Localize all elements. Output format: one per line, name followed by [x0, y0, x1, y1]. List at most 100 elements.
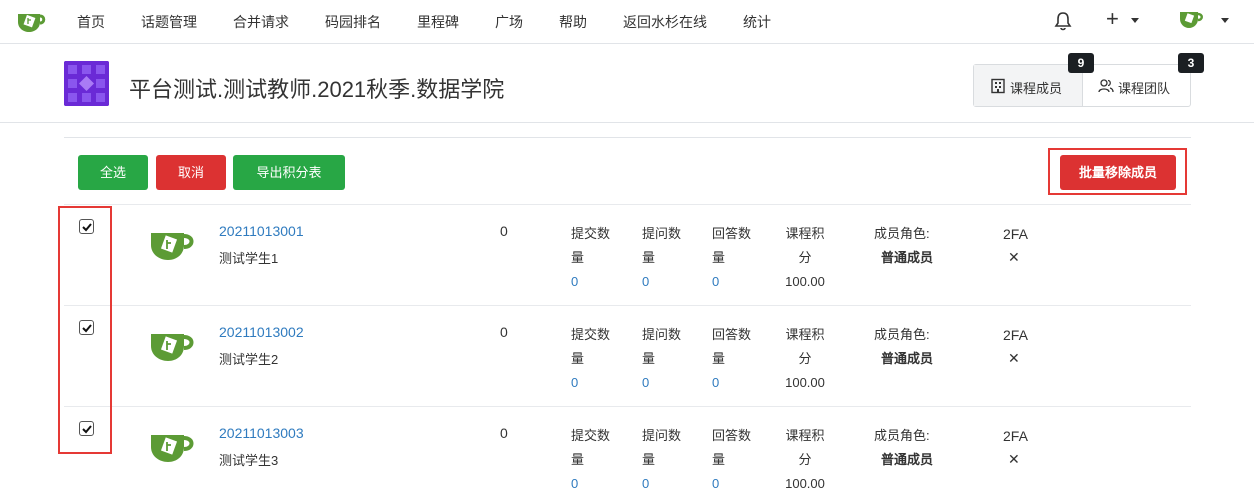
- stat-label: 提问数: [642, 428, 682, 443]
- role-value: 普通成员: [881, 250, 934, 265]
- stat-label: 分: [798, 351, 812, 366]
- stat-label: 课程积: [785, 428, 825, 443]
- divider: [0, 122, 1254, 123]
- answer-count-link[interactable]: 0: [712, 270, 762, 294]
- course-score-value: 100.00: [785, 274, 825, 289]
- tab-course-members[interactable]: 课程成员 9: [974, 53, 1094, 106]
- answer-count-stat: 回答数 量 0: [712, 323, 762, 395]
- top-nav: 首页 话题管理 合并请求 码园排名 里程碑 广场 帮助 返回水杉在线 统计 +: [0, 0, 1254, 44]
- create-plus-icon[interactable]: +: [1106, 8, 1119, 30]
- stat-label: 量: [712, 250, 726, 265]
- nav-home[interactable]: 首页: [77, 12, 105, 32]
- answer-count-stat: 回答数 量 0: [712, 222, 762, 294]
- submit-count-stat: 提交数 量 0: [571, 323, 621, 395]
- student-id-link[interactable]: 20211013001: [219, 223, 304, 239]
- member-row: 20211013001 测试学生1 0 提交数 量 0 提问数 量 0 回答数 …: [64, 204, 1191, 305]
- batch-remove-members-button[interactable]: 批量移除成员: [1060, 155, 1176, 190]
- stat-label: 提交数: [571, 226, 611, 241]
- twofa-disabled-icon: ✕: [1008, 249, 1020, 265]
- stat-label: 分: [798, 452, 812, 467]
- member-row: 20211013002 测试学生2 0 提交数 量 0 提问数 量 0 回答数 …: [64, 305, 1191, 406]
- bell-icon[interactable]: [1053, 10, 1073, 32]
- stat-label: 提交数: [571, 327, 611, 342]
- stat-label: 课程积: [785, 327, 825, 342]
- select-all-button[interactable]: 全选: [78, 155, 148, 190]
- teams-count-badge: 3: [1178, 53, 1204, 73]
- stat-label: 量: [642, 250, 656, 265]
- cancel-button[interactable]: 取消: [156, 155, 226, 190]
- user-caret-down-icon[interactable]: [1221, 18, 1229, 23]
- tab-course-members-label: 课程成员: [1010, 81, 1063, 96]
- student-name: 测试学生2: [219, 352, 279, 367]
- stat-label: 量: [642, 452, 656, 467]
- answer-count-stat: 回答数 量 0: [712, 424, 762, 496]
- member-value: 0: [500, 324, 508, 340]
- ask-count-stat: 提问数 量 0: [642, 323, 692, 395]
- building-icon: [991, 78, 1005, 94]
- stat-label: 量: [712, 452, 726, 467]
- nav-statistics[interactable]: 统计: [743, 12, 771, 32]
- stat-label: 量: [571, 452, 585, 467]
- stat-label: 提问数: [642, 226, 682, 241]
- ask-count-stat: 提问数 量 0: [642, 424, 692, 496]
- student-id-link[interactable]: 20211013003: [219, 425, 304, 441]
- caret-down-icon[interactable]: [1131, 18, 1139, 23]
- stat-label: 课程积: [785, 226, 825, 241]
- role-label: 成员角色:: [874, 428, 930, 443]
- student-name: 测试学生1: [219, 251, 279, 266]
- answer-count-link[interactable]: 0: [712, 472, 762, 496]
- course-score-stat: 课程积 分 100.00: [777, 424, 833, 496]
- submit-count-link[interactable]: 0: [571, 472, 621, 496]
- nav-pull-requests[interactable]: 合并请求: [233, 12, 289, 32]
- member-value: 0: [500, 425, 508, 441]
- nav-square[interactable]: 广场: [495, 12, 523, 32]
- member-avatar: [151, 334, 194, 361]
- stat-label: 量: [712, 351, 726, 366]
- nav-milestones[interactable]: 里程碑: [417, 12, 459, 32]
- role-value: 普通成员: [881, 351, 934, 366]
- nav-ranking[interactable]: 码园排名: [325, 12, 381, 32]
- member-value: 0: [500, 223, 508, 239]
- role-label: 成员角色:: [874, 226, 930, 241]
- ask-count-stat: 提问数 量 0: [642, 222, 692, 294]
- course-avatar: [64, 61, 109, 106]
- nav-help[interactable]: 帮助: [559, 12, 587, 32]
- course-score-value: 100.00: [785, 375, 825, 390]
- tab-course-teams-label: 课程团队: [1118, 81, 1171, 96]
- user-avatar[interactable]: [1178, 8, 1204, 30]
- submit-count-stat: 提交数 量 0: [571, 424, 621, 496]
- course-score-stat: 课程积 分 100.00: [777, 323, 833, 395]
- twofa-label: 2FA: [1003, 327, 1028, 343]
- stat-label: 分: [798, 250, 812, 265]
- role-value: 普通成员: [881, 452, 934, 467]
- course-tabs: 课程成员 9 课程团队 3: [973, 53, 1204, 107]
- member-avatar: [151, 233, 194, 260]
- answer-count-link[interactable]: 0: [712, 371, 762, 395]
- stat-label: 量: [571, 351, 585, 366]
- gitea-logo-icon[interactable]: [16, 8, 46, 34]
- student-name: 测试学生3: [219, 453, 279, 468]
- export-scores-button[interactable]: 导出积分表: [233, 155, 345, 190]
- submit-count-stat: 提交数 量 0: [571, 222, 621, 294]
- ask-count-link[interactable]: 0: [642, 371, 692, 395]
- selection-highlight: [58, 206, 112, 454]
- divider: [64, 137, 1191, 138]
- member-row: 20211013003 测试学生3 0 提交数 量 0 提问数 量 0 回答数 …: [64, 406, 1191, 499]
- ask-count-link[interactable]: 0: [642, 270, 692, 294]
- student-id-link[interactable]: 20211013002: [219, 324, 304, 340]
- tab-course-teams[interactable]: 课程团队 3: [1084, 53, 1204, 106]
- stat-label: 回答数: [712, 327, 752, 342]
- member-avatar: [151, 435, 194, 462]
- ask-count-link[interactable]: 0: [642, 472, 692, 496]
- course-score-value: 100.00: [785, 476, 825, 491]
- stat-label: 量: [642, 351, 656, 366]
- stat-label: 量: [571, 250, 585, 265]
- twofa-disabled-icon: ✕: [1008, 451, 1020, 467]
- twofa-label: 2FA: [1003, 428, 1028, 444]
- submit-count-link[interactable]: 0: [571, 270, 621, 294]
- nav-back-to-shuishan[interactable]: 返回水杉在线: [623, 12, 707, 32]
- twofa-label: 2FA: [1003, 226, 1028, 242]
- nav-topic-management[interactable]: 话题管理: [141, 12, 197, 32]
- submit-count-link[interactable]: 0: [571, 371, 621, 395]
- course-score-stat: 课程积 分 100.00: [777, 222, 833, 294]
